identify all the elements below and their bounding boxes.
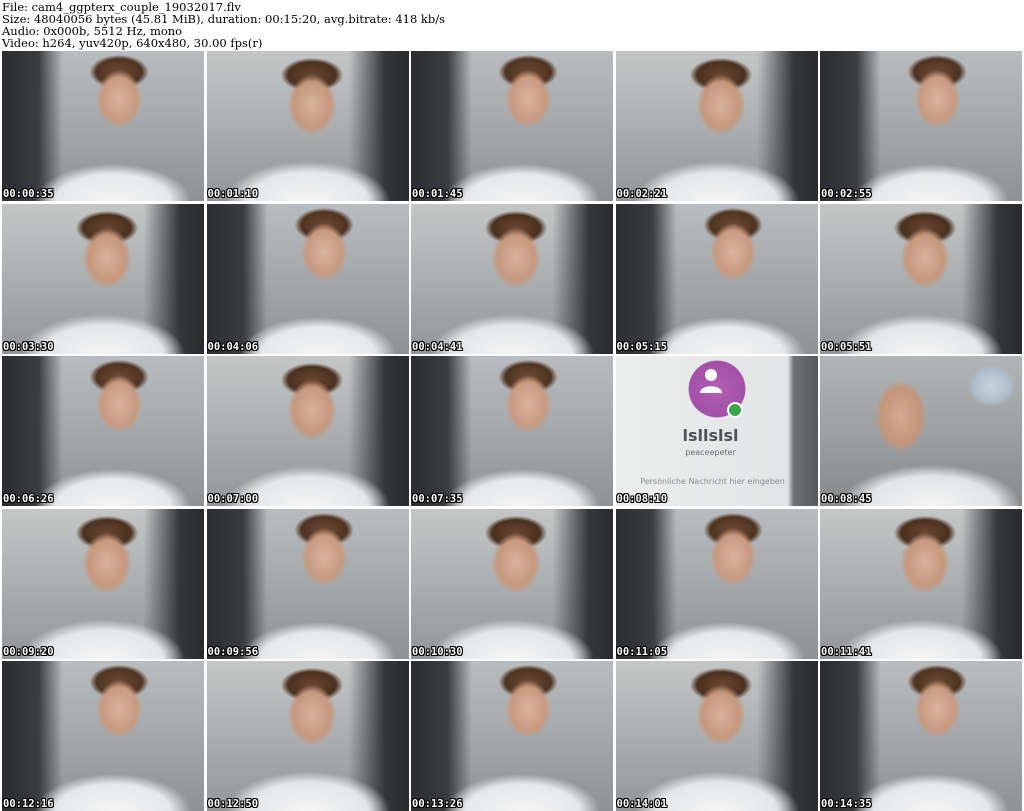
video-thumbnail: 00:11:05 (615, 508, 818, 659)
file-info-header: File: cam4_ggpterx_couple_19032017.flv S… (0, 0, 1024, 50)
video-thumbnail: 00:04:41 (411, 203, 613, 354)
thumbnail-timestamp: 00:10:30 (412, 645, 463, 658)
thumbnail-timestamp: 00:08:45 (821, 493, 872, 505)
contact-name: lsllslsl (682, 426, 739, 445)
thumbnail-timestamp: 00:07:35 (412, 493, 463, 505)
video-thumbnail: 00:01:45 (411, 51, 613, 201)
video-thumbnail: 00:00:35 (2, 51, 204, 201)
thumbnail-timestamp: 00:03:30 (3, 340, 54, 353)
video-thumbnail: 00:02:21 (615, 51, 818, 201)
video-thumbnail: 00:14:01 (615, 661, 818, 811)
thumbnail-timestamp: 00:04:41 (412, 340, 463, 353)
thumbnail-timestamp: 00:05:15 (616, 340, 668, 353)
thumbnail-timestamp: 00:01:10 (207, 188, 259, 200)
thumbnail-timestamp: 00:07:00 (207, 493, 259, 505)
thumbnail-timestamp: 00:04:06 (207, 340, 259, 353)
thumbnail-timestamp: 00:02:55 (821, 188, 872, 200)
video-thumbnail: lsllslsl peaceepeter Persönliche Nachricht… (615, 356, 818, 506)
person-icon (699, 369, 722, 393)
thumbnail-timestamp: 00:11:05 (616, 645, 668, 658)
video-thumbnail: 00:12:50 (206, 661, 409, 811)
video-info-line: Video: h264, yuv420p, 640x480, 30.00 fps… (2, 36, 263, 50)
video-thumbnail: 00:13:26 (411, 661, 613, 811)
video-thumbnail: 00:08:45 (820, 356, 1022, 506)
video-thumbnail: 00:05:15 (615, 203, 818, 354)
online-status-icon (726, 402, 743, 418)
message-placeholder: Persönliche Nachricht hier eingeben (640, 477, 785, 486)
video-thumbnail: 00:11:41 (820, 508, 1022, 659)
thumbnail-timestamp: 00:09:20 (3, 645, 54, 658)
video-thumbnail: 00:14:35 (820, 661, 1022, 811)
thumbnail-timestamp: 00:14:35 (821, 798, 872, 810)
video-thumbnail: 00:05:51 (820, 203, 1022, 354)
video-thumbnail: 00:10:30 (411, 508, 613, 659)
thumbnail-timestamp: 00:08:10 (616, 493, 668, 505)
video-thumbnail: 00:07:35 (411, 356, 613, 506)
thumbnail-grid: 00:00:35 00:01:10 00:01:45 00:02:21 00:02:55… (2, 51, 1022, 811)
video-thumbnail: 00:12:16 (2, 661, 204, 811)
video-thumbnail: 00:02:55 (820, 51, 1022, 201)
video-thumbnail: 00:07:00 (206, 356, 409, 506)
video-thumbnail: 00:04:06 (206, 203, 409, 354)
thumbnail-timestamp: 00:05:51 (821, 340, 872, 353)
video-thumbnail: 00:06:26 (2, 356, 204, 506)
thumbnail-timestamp: 00:11:41 (821, 645, 872, 658)
video-thumbnail: 00:01:10 (206, 51, 409, 201)
thumbnail-timestamp: 00:12:50 (207, 798, 259, 810)
thumbnail-timestamp: 00:02:21 (616, 188, 668, 200)
video-thumbnail: 00:03:30 (2, 203, 204, 354)
video-thumbnail: 00:09:56 (206, 508, 409, 659)
thumbnail-timestamp: 00:14:01 (616, 798, 668, 810)
thumbnail-timestamp: 00:09:56 (207, 645, 259, 658)
video-thumbnail: 00:09:20 (2, 508, 204, 659)
contact-handle: peaceepeter (685, 448, 736, 457)
thumbnail-timestamp: 00:06:26 (3, 493, 54, 505)
thumbnail-timestamp: 00:01:45 (412, 188, 463, 200)
thumbnail-timestamp: 00:00:35 (3, 188, 54, 200)
thumbnail-timestamp: 00:13:26 (412, 798, 463, 810)
thumbnail-timestamp: 00:12:16 (3, 798, 54, 810)
